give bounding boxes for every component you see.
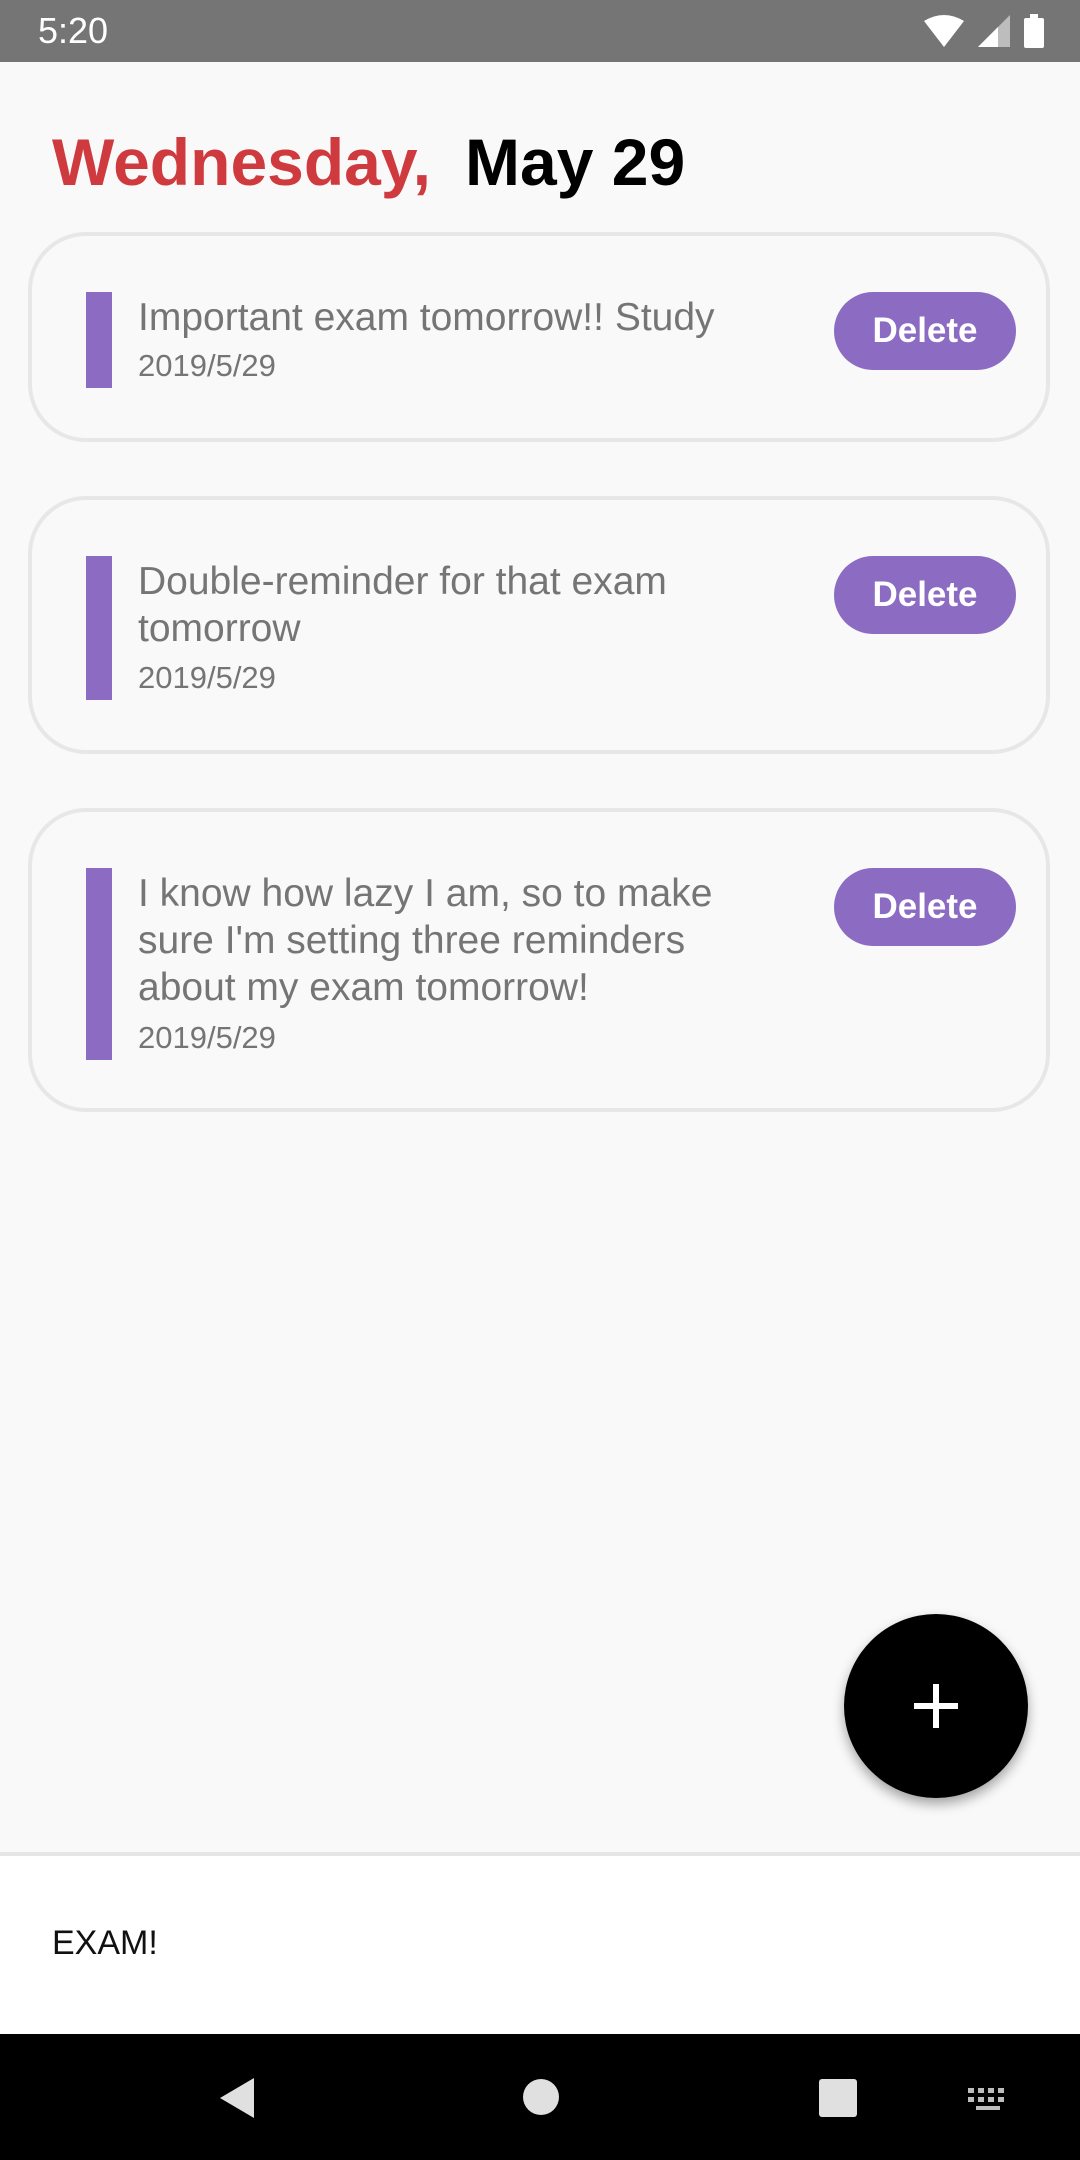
status-bar: 5:20 [0,0,1080,62]
recents-icon[interactable] [818,2078,858,2123]
status-icons [924,12,1044,50]
reminder-date: 2019/5/29 [138,660,276,695]
plus-icon [914,1684,958,1728]
reminder-accent-bar [86,292,112,388]
reminder-date: 2019/5/29 [138,348,276,383]
navigation-bar [0,2034,1080,2160]
reminder-input[interactable]: EXAM! [0,1856,1080,2034]
battery-icon [1024,14,1044,48]
reminder-card: I know how lazy I am, so to make sure I'… [28,808,1050,1112]
wifi-icon [924,15,964,47]
reminder-text: Important exam tomorrow!! Study [138,296,715,339]
home-icon[interactable] [522,2078,560,2121]
reminder-card: Double-reminder for that exam tomorrow 2… [28,496,1050,754]
reminder-accent-bar [86,556,112,700]
reminder-input-value[interactable]: EXAM! [52,1924,158,1963]
reminder-text: Double-reminder for that exam tomorrow [138,560,667,650]
cell-signal-icon [978,15,1010,47]
page-title: Wednesday, May 29 [52,124,685,200]
delete-button[interactable]: Delete [834,556,1016,634]
delete-button[interactable]: Delete [834,868,1016,946]
reminder-card: Important exam tomorrow!! Study 2019/5/2… [28,232,1050,442]
date-label: May 29 [465,125,686,199]
reminder-accent-bar [86,868,112,1060]
reminder-text: I know how lazy I am, so to make sure I'… [138,872,713,1009]
add-reminder-button[interactable] [844,1614,1028,1798]
delete-button[interactable]: Delete [834,292,1016,370]
weekday-label: Wednesday, [52,125,432,199]
status-time: 5:20 [38,10,109,51]
reminder-date: 2019/5/29 [138,1020,276,1055]
keyboard-icon[interactable] [966,2084,1012,2119]
back-icon[interactable] [216,2076,258,2125]
